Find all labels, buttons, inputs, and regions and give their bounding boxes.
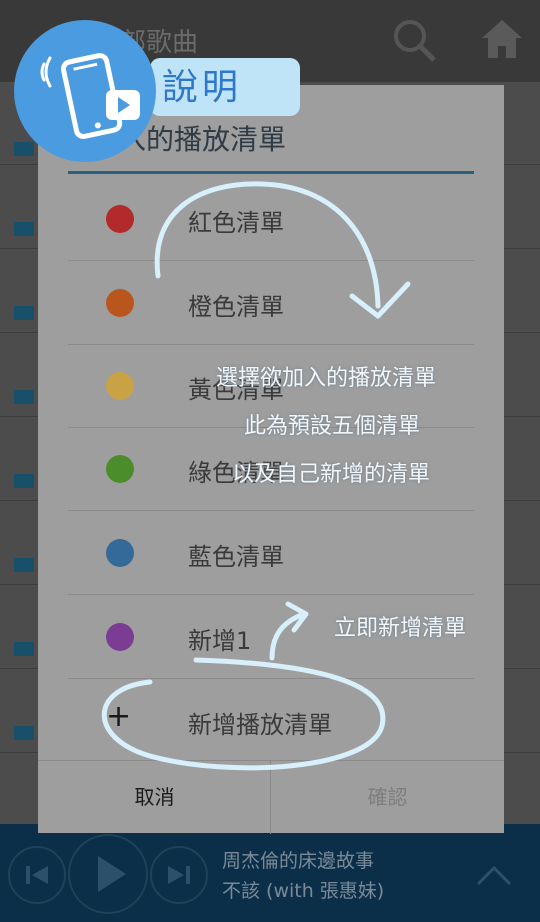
next-button[interactable] [150,846,208,904]
orange-dot-icon [106,289,134,317]
confirm-button[interactable]: 確認 [271,761,504,834]
add-playlist-label: 新增播放清單 [188,711,332,739]
help-label: 說明 [162,67,243,108]
playlist-item-label: 藍色清單 [188,543,284,571]
yellow-dot-icon [106,372,134,400]
playlist-item-red[interactable]: 紅色清單 [68,177,474,261]
cancel-button[interactable]: 取消 [38,761,271,834]
list-item-marker [14,474,34,488]
annotation-new-hint: 立即新增清單 [334,616,467,641]
plus-icon: + [106,699,132,734]
playlist-item-label: 紅色清單 [188,209,284,237]
purple-dot-icon [106,623,134,651]
list-item-marker [14,390,34,404]
list-item-marker [14,222,34,236]
skip-next-icon [168,866,190,884]
previous-button[interactable] [8,846,66,904]
chevron-up-icon[interactable] [474,860,514,890]
playlist-item-label: 橙色清單 [188,293,284,321]
now-playing-artist: 不該 (with 張惠妹) [222,880,385,902]
list-item-marker [14,558,34,572]
help-badge [14,20,156,162]
phone-video-icon [40,53,140,139]
annotation-line-2: 此為預設五個清單 [244,414,421,439]
home-icon[interactable] [478,16,526,64]
list-item-marker [14,306,34,320]
skip-previous-icon [26,866,48,884]
playlist-item-orange[interactable]: 橙色清單 [68,261,474,345]
annotation-line-3: 以及自己新增的清單 [232,462,431,487]
green-dot-icon [106,455,134,483]
playlist-item-label: 新增1 [188,627,252,655]
annotation-line-1: 選擇欲加入的播放清單 [216,366,437,391]
list-item-marker [14,726,34,740]
add-playlist-item[interactable]: + 新增播放清單 [68,679,474,763]
play-button[interactable] [68,834,148,914]
playlist-item-blue[interactable]: 藍色清單 [68,511,474,595]
blue-dot-icon [106,539,134,567]
search-icon[interactable] [390,16,438,64]
red-dot-icon [106,205,134,233]
title-divider [68,171,474,174]
play-icon [98,856,126,892]
now-playing-title: 周杰倫的床邊故事 [222,850,375,872]
list-item-marker [14,642,34,656]
dialog-button-bar: 取消 確認 [38,760,504,834]
